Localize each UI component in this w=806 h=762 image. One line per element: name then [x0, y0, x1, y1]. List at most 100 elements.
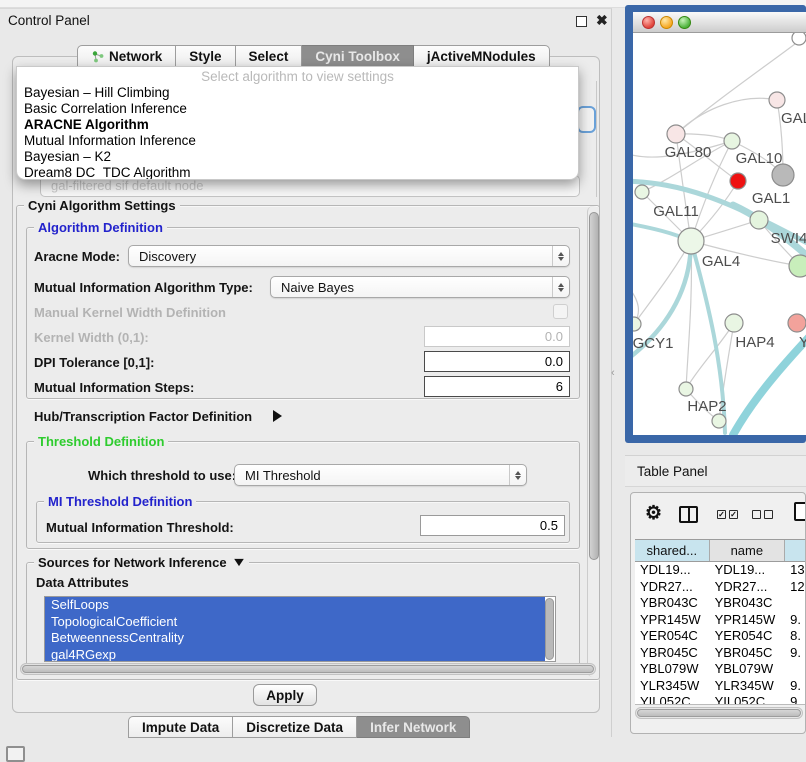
control-panel-titlebar: Control Panel ✖ [0, 9, 611, 33]
column-header[interactable]: shared... [635, 540, 710, 561]
network-node[interactable] [667, 125, 685, 143]
settings-hscrollbar[interactable] [20, 663, 596, 675]
network-node[interactable] [679, 382, 693, 396]
mi-steps-field[interactable]: 6 [424, 376, 570, 397]
attribute-item-selected[interactable]: gal4RGexp [45, 647, 545, 663]
sources-title: Sources for Network Inference [38, 555, 227, 570]
table-row[interactable]: YBR043CYBR043C [635, 595, 806, 612]
splitter-handle[interactable]: ‹ [611, 367, 619, 379]
close-traffic-light-icon[interactable] [642, 16, 655, 29]
kernel-width-field[interactable]: 0.0 [424, 326, 570, 347]
minimize-traffic-light-icon[interactable] [660, 16, 673, 29]
close-icon[interactable]: ✖ [596, 12, 608, 29]
network-node[interactable] [789, 255, 806, 277]
deselect-all-checks-icon[interactable] [752, 510, 773, 519]
node-label: HAP4 [735, 334, 774, 351]
table-row[interactable]: YDR27...YDR27...12 [635, 579, 806, 596]
table-row[interactable]: YBL079WYBL079W [635, 661, 806, 678]
manual-kernel-checkbox[interactable] [553, 304, 568, 319]
column-header[interactable] [785, 540, 806, 561]
tab-select[interactable]: Select [236, 45, 303, 67]
table-header-row: shared... name [635, 539, 806, 562]
minimized-panel-icon[interactable] [6, 746, 25, 762]
settings-hscrollbar-thumb[interactable] [22, 665, 594, 673]
expand-arrow-icon[interactable] [234, 559, 244, 566]
dropdown-option-highlighted[interactable]: ARACNE Algorithm [17, 117, 578, 133]
split-columns-icon[interactable] [679, 506, 698, 523]
tab-label: Impute Data [142, 720, 219, 735]
table-row[interactable]: YLR345WYLR345W9. [635, 678, 806, 695]
network-node[interactable] [712, 414, 726, 428]
dropdown-option[interactable]: Basic Correlation Inference [17, 101, 578, 117]
column-header[interactable]: name [710, 540, 786, 561]
float-window-icon[interactable] [576, 16, 587, 27]
tab-impute-data[interactable]: Impute Data [128, 716, 233, 738]
dropdown-option[interactable]: Bayesian – K2 [17, 149, 578, 165]
dropdown-option[interactable]: Dream8 DC_TDC Algorithm [17, 165, 578, 180]
attribute-item-selected[interactable]: BetweennessCentrality [45, 630, 545, 647]
tab-label: Infer Network [370, 720, 456, 735]
inference-algorithm-combo-arrow[interactable] [577, 106, 596, 133]
tab-infer-network[interactable]: Infer Network [357, 716, 470, 738]
table-row[interactable]: YBR045CYBR045C9. [635, 645, 806, 662]
attribute-item-selected[interactable]: SelfLoops [45, 597, 545, 614]
gear-icon[interactable]: ⚙ [645, 502, 662, 525]
network-graph: GAL GAL80 GAL10 GAL11 GAL1 GAL4 SWI4 GCY… [633, 33, 806, 435]
mi-threshold-title: MI Threshold Definition [44, 494, 196, 509]
zoom-traffic-light-icon[interactable] [678, 16, 691, 29]
which-threshold-combo[interactable]: MI Threshold [234, 464, 527, 486]
network-node[interactable] [724, 133, 740, 149]
network-node[interactable] [633, 317, 641, 331]
dropdown-prompt: Select algorithm to view settings [17, 67, 578, 85]
attributes-scrollbar-thumb[interactable] [545, 598, 554, 660]
data-attributes-label: Data Attributes [36, 575, 129, 590]
apply-button[interactable]: Apply [253, 684, 317, 706]
network-node[interactable] [788, 314, 806, 332]
mi-type-value: Naive Bayes [281, 280, 354, 295]
network-node[interactable] [750, 211, 768, 229]
tab-network[interactable]: Network [77, 45, 176, 67]
network-node[interactable] [678, 228, 704, 254]
network-node[interactable] [772, 164, 794, 186]
settings-scrollbar-thumb[interactable] [589, 212, 599, 560]
collapse-arrow-icon[interactable] [273, 410, 282, 422]
file-icon[interactable] [794, 502, 806, 521]
node-label: GAL80 [665, 144, 712, 161]
network-node[interactable] [730, 173, 746, 189]
node-label: GAL10 [736, 150, 783, 167]
network-node[interactable] [635, 185, 649, 199]
aracne-mode-combo[interactable]: Discovery [128, 245, 570, 267]
algorithm-definition-title: Algorithm Definition [34, 220, 167, 235]
dpi-tolerance-label: DPI Tolerance [0,1]: [34, 355, 154, 370]
tab-style[interactable]: Style [176, 45, 235, 67]
tab-label: Discretize Data [246, 720, 343, 735]
dropdown-option[interactable]: Mutual Information Inference [17, 133, 578, 149]
table-row[interactable]: YDL19...YDL19...13 [635, 562, 806, 579]
mi-steps-label: Mutual Information Steps: [34, 380, 194, 395]
table-hscrollbar-thumb[interactable] [637, 709, 801, 717]
aracne-mode-value: Discovery [139, 249, 196, 264]
node-label: GAL4 [702, 253, 740, 270]
table-hscrollbar[interactable] [635, 707, 803, 719]
attribute-item-selected[interactable]: TopologicalCoefficient [45, 614, 545, 631]
mi-threshold-label: Mutual Information Threshold: [46, 520, 234, 535]
tab-discretize-data[interactable]: Discretize Data [233, 716, 357, 738]
network-node[interactable] [769, 92, 785, 108]
which-threshold-label: Which threshold to use: [88, 468, 236, 483]
select-all-checks-icon[interactable]: ✓✓ [717, 510, 738, 519]
settings-scrollbar-track[interactable] [587, 206, 599, 677]
dropdown-option[interactable]: Bayesian – Hill Climbing [17, 85, 578, 101]
mi-type-combo[interactable]: Naive Bayes [270, 276, 570, 298]
table-row[interactable]: YIL052CYIL052C9 [635, 694, 806, 705]
network-node[interactable] [792, 33, 806, 45]
network-canvas[interactable]: GAL GAL80 GAL10 GAL11 GAL1 GAL4 SWI4 GCY… [633, 33, 806, 435]
apply-button-label: Apply [266, 688, 304, 703]
mi-threshold-field[interactable]: 0.5 [420, 515, 565, 536]
tab-cyni-toolbox[interactable]: Cyni Toolbox [302, 45, 414, 67]
table-row[interactable]: YER054CYER054C8. [635, 628, 806, 645]
table-toolbar: ⚙ ✓✓ [631, 493, 805, 538]
dpi-tolerance-field[interactable]: 0.0 [424, 351, 570, 372]
tab-jactivemnodules[interactable]: jActiveMNodules [414, 45, 550, 67]
network-node[interactable] [725, 314, 743, 332]
table-row[interactable]: YPR145WYPR145W9. [635, 612, 806, 629]
